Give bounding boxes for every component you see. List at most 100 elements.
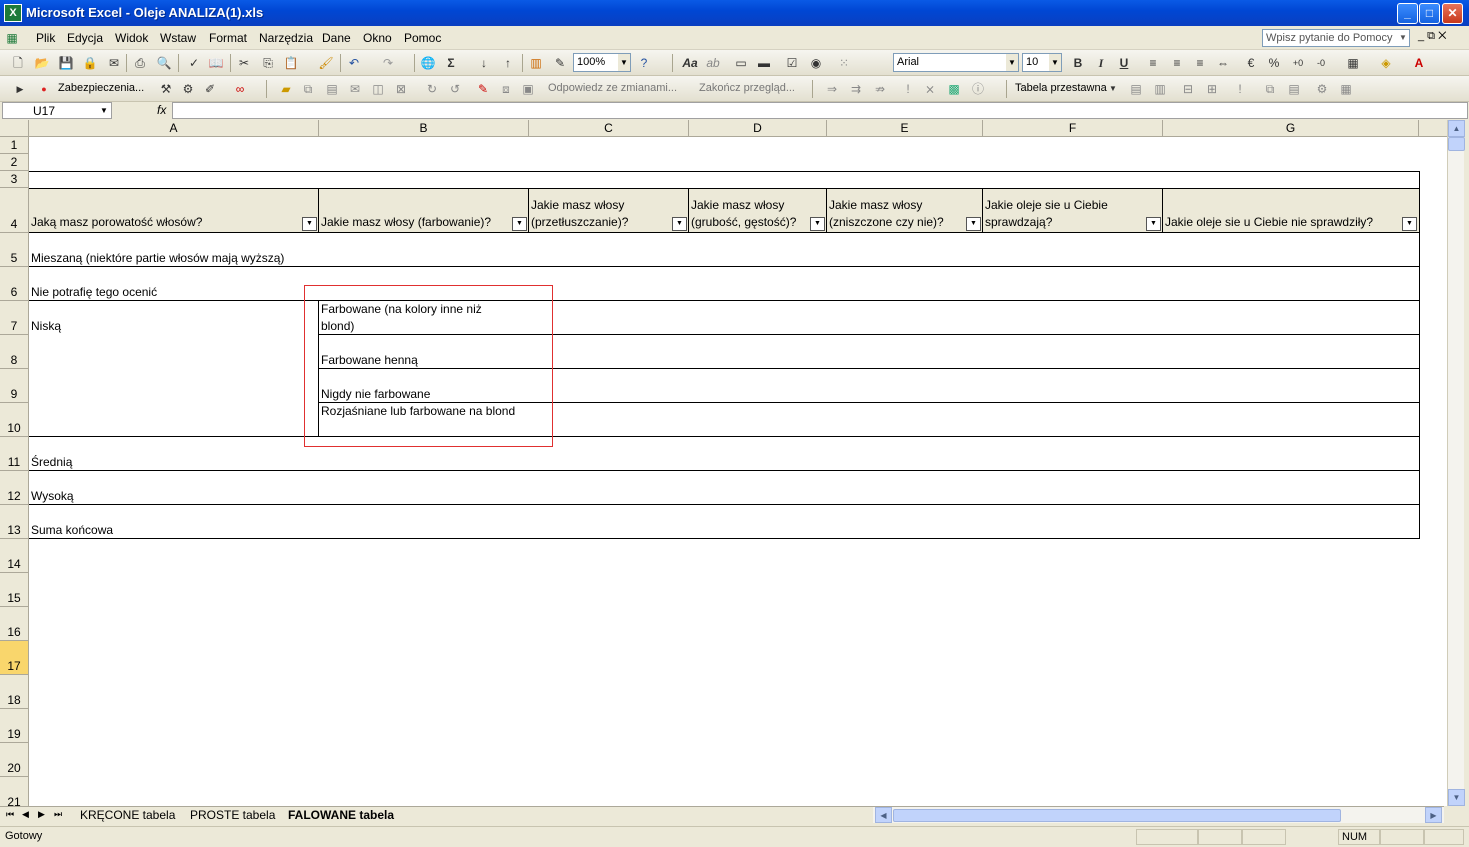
invalid-data-icon[interactable]: ⨯ — [922, 81, 938, 97]
document-icon[interactable]: ▦ — [4, 30, 20, 46]
first-sheet-icon[interactable]: ⏮ — [6, 809, 14, 820]
percent-button[interactable]: % — [1266, 55, 1282, 71]
row-header-6[interactable]: 6 — [0, 267, 29, 301]
trace-precedents-icon[interactable]: ⇒ — [824, 81, 840, 97]
error-icon[interactable]: ! — [900, 81, 916, 97]
autosum-icon[interactable]: Σ — [443, 55, 459, 71]
grid-dots-icon[interactable]: ⁙ — [836, 55, 852, 71]
column-header-e[interactable]: E — [827, 120, 983, 137]
info-icon[interactable]: ⓘ — [970, 81, 986, 97]
filter-dropdown-przetluszczanie[interactable]: ▼ — [672, 217, 687, 231]
save-icon[interactable]: 💾 — [58, 55, 74, 71]
print-preview-icon[interactable]: 🔍 — [156, 55, 172, 71]
mdi-window-controls[interactable]: _ ⧉ ✕ — [1418, 30, 1446, 43]
font-combo[interactable]: Arial ▼ — [893, 53, 1019, 72]
sort-ascending-icon[interactable]: ↓ — [476, 55, 492, 71]
open-icon[interactable]: 📂 — [34, 55, 50, 71]
field-settings-icon[interactable]: ⧉ — [1262, 81, 1278, 97]
help-icon[interactable]: ? — [636, 55, 652, 71]
row-header-21[interactable]: 21 — [0, 777, 29, 806]
filter-dropdown-oleje-sprawdzaja[interactable]: ▼ — [1146, 217, 1161, 231]
sheet-tab-krecone[interactable]: KRĘCONE tabela — [80, 808, 175, 822]
undo-icon[interactable]: ↶ — [346, 55, 362, 71]
column-header-a[interactable]: A — [29, 120, 319, 137]
column-header-b[interactable]: B — [319, 120, 529, 137]
menu-format[interactable]: Format — [209, 31, 247, 45]
next-sheet-icon[interactable]: ▶ — [38, 809, 45, 820]
menu-widok[interactable]: Widok — [115, 31, 148, 45]
show-all-icon[interactable]: ⧈ — [498, 81, 514, 97]
circle-invalid-icon[interactable]: ▩ — [946, 81, 962, 97]
horizontal-scrollbar[interactable]: ◀ ▶ — [873, 806, 1444, 823]
record-icon[interactable]: ● — [36, 81, 52, 97]
decrease-decimal-icon[interactable]: -0 — [1313, 55, 1329, 71]
chevron-down-icon[interactable]: ▼ — [1049, 54, 1061, 71]
attach-icon[interactable]: ◫ — [370, 81, 386, 97]
track-icon[interactable]: ↻ — [424, 81, 440, 97]
row-header-15[interactable]: 15 — [0, 573, 29, 607]
button-control-icon[interactable]: ▬ — [756, 55, 772, 71]
scroll-up-icon[interactable]: ▲ — [1448, 120, 1465, 137]
redo-icon[interactable]: ↷ — [380, 55, 396, 71]
increase-decimal-icon[interactable]: +0 — [1290, 55, 1306, 71]
row-label-nie-potrafie[interactable]: Nie potrafię tego ocenić — [29, 284, 159, 301]
row-header-7[interactable]: 7 — [0, 301, 29, 335]
print-icon[interactable]: ⎙ — [132, 55, 148, 71]
row-header-9[interactable]: 9 — [0, 369, 29, 403]
remove-arrows-icon[interactable]: ⇏ — [872, 81, 888, 97]
currency-icon[interactable]: € — [1243, 55, 1259, 71]
row-header-13[interactable]: 13 — [0, 505, 29, 539]
column-header-g[interactable]: G — [1163, 120, 1419, 137]
chart-wizard-icon[interactable]: ▥ — [528, 55, 544, 71]
row-header-1[interactable]: 1 — [0, 137, 29, 154]
reply-with-changes-button[interactable]: Odpowiedz ze zmianami... — [548, 82, 677, 94]
pivot-format-icon[interactable]: ▤ — [1128, 81, 1144, 97]
tools-icon[interactable]: ⚙ — [180, 81, 196, 97]
format-painter-icon[interactable]: 🖌 — [318, 55, 334, 71]
folder-icon[interactable]: ▰ — [278, 81, 294, 97]
formula-input[interactable] — [172, 102, 1468, 119]
chevron-down-icon[interactable]: ▼ — [97, 103, 111, 118]
row-label-srednia[interactable]: Średnią — [29, 454, 74, 471]
row-header-4[interactable]: 4 — [0, 188, 29, 233]
row-header-20[interactable]: 20 — [0, 743, 29, 777]
align-right-icon[interactable]: ≡ — [1192, 55, 1208, 71]
filter-dropdown-oleje-nie-sprawdzily[interactable]: ▼ — [1402, 217, 1417, 231]
menu-plik[interactable]: Plik — [36, 31, 55, 45]
row-label-suma-koncowa[interactable]: Suma końcowa — [29, 522, 115, 539]
select-all-corner[interactable] — [0, 120, 29, 137]
menu-pomoc[interactable]: Pomoc — [404, 31, 441, 45]
copy-icon[interactable]: ⎘ — [260, 55, 276, 71]
row-header-3[interactable]: 3 — [0, 171, 29, 188]
sort-descending-icon[interactable]: ↑ — [500, 55, 516, 71]
maximize-button[interactable]: □ — [1419, 3, 1440, 24]
last-sheet-icon[interactable]: ⏭ — [54, 809, 62, 820]
glasses-icon[interactable]: ∞ — [232, 81, 248, 97]
email-icon[interactable]: ✉ — [106, 55, 122, 71]
field-list-icon[interactable]: ▤ — [1286, 81, 1302, 97]
hyperlink-icon[interactable]: 🌐 — [420, 55, 436, 71]
minimize-button[interactable]: _ — [1397, 3, 1418, 24]
spelling-icon[interactable]: ✓ — [186, 55, 202, 71]
row-header-16[interactable]: 16 — [0, 607, 29, 641]
excel-app-icon[interactable]: X — [4, 4, 22, 22]
underline-button[interactable]: U — [1116, 55, 1132, 71]
reject-icon[interactable]: ↺ — [447, 81, 463, 97]
filter-dropdown-grubosc[interactable]: ▼ — [810, 217, 825, 231]
menu-wstaw[interactable]: Wstaw — [160, 31, 196, 45]
pivot-chart-icon[interactable]: ▥ — [1152, 81, 1168, 97]
envelope-icon[interactable]: ✉ — [347, 81, 363, 97]
help-search-input[interactable]: Wpisz pytanie do Pomocy ▼ — [1262, 29, 1410, 47]
research-icon[interactable]: 📖 — [208, 55, 224, 71]
column-header-h[interactable] — [1419, 120, 1447, 137]
prev-sheet-icon[interactable]: ◀ — [22, 809, 29, 820]
row-header-8[interactable]: 8 — [0, 335, 29, 369]
row-header-19[interactable]: 19 — [0, 709, 29, 743]
settings-icon[interactable]: ⚙ — [1314, 81, 1330, 97]
checkbox-control-icon[interactable]: ☑ — [784, 55, 800, 71]
row-label-mieszana[interactable]: Mieszaną (niektóre partie włosów mają wy… — [29, 250, 286, 267]
filter-dropdown-zniszczone[interactable]: ▼ — [966, 217, 981, 231]
scroll-right-icon[interactable]: ▶ — [1425, 807, 1442, 823]
menu-edycja[interactable]: Edycja — [67, 31, 103, 45]
filter-dropdown-porowatosc[interactable]: ▼ — [302, 217, 317, 231]
